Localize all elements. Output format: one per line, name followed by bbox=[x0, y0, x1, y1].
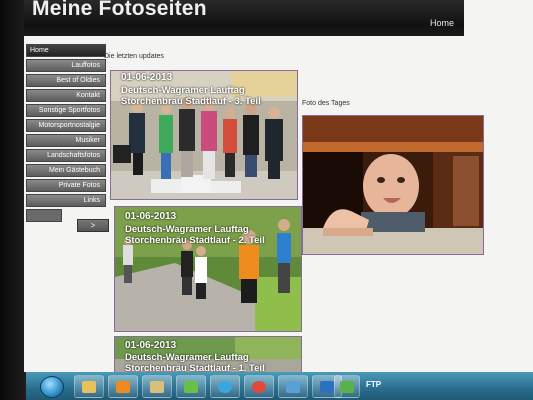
sidebar-item-links[interactable]: Links bbox=[26, 194, 106, 207]
update-2-title: Deutsch-Wagramer Lauftag Storchenbräu St… bbox=[125, 224, 265, 246]
start-button[interactable] bbox=[40, 376, 64, 398]
chrome-icon[interactable] bbox=[244, 375, 274, 398]
browser-icon[interactable] bbox=[210, 375, 240, 398]
update-card-1[interactable]: 01-06-2013 Deutsch-Wagramer Lauftag Stor… bbox=[110, 70, 298, 200]
update-2-date: 01-06-2013 bbox=[125, 211, 177, 222]
monitor-bezel-left bbox=[0, 0, 26, 400]
site-title: Meine Fotoseiten bbox=[32, 0, 207, 20]
sidebar-item-kontakt[interactable]: Kontakt bbox=[26, 89, 106, 102]
folder-icon[interactable] bbox=[142, 375, 172, 398]
sidebar-item-motorsportnostalgie[interactable]: Motorsportnostalgie bbox=[26, 119, 106, 132]
site-header: Meine Fotoseiten Home bbox=[24, 0, 464, 36]
header-home-link[interactable]: Home bbox=[430, 18, 454, 28]
sidebar-nav: Home Lauffotos Best of Oldies Kontakt So… bbox=[26, 44, 106, 222]
sidebar-item-landschaftsfotos[interactable]: Landschaftsfotos bbox=[26, 149, 106, 162]
taskbar: FTP bbox=[26, 372, 533, 400]
sidebar-item-private-fotos[interactable]: Private Fotos bbox=[26, 179, 106, 192]
sidebar-blank-block bbox=[26, 209, 62, 222]
explorer-icon[interactable] bbox=[74, 375, 104, 398]
photo-of-day[interactable] bbox=[302, 115, 484, 255]
browser-viewport: Meine Fotoseiten Home Home Lauffotos Bes… bbox=[24, 0, 533, 372]
image-viewer-icon[interactable] bbox=[176, 375, 206, 398]
sidebar-item-home[interactable]: Home bbox=[26, 44, 106, 57]
update-card-2[interactable]: 01-06-2013 Deutsch-Wagramer Lauftag Stor… bbox=[114, 206, 302, 332]
sidebar-item-best-of-oldies[interactable]: Best of Oldies bbox=[26, 74, 106, 87]
presentation-icon[interactable] bbox=[334, 375, 360, 398]
media-player-icon[interactable] bbox=[108, 375, 138, 398]
sidebar-next-button[interactable]: > bbox=[77, 219, 109, 232]
sidebar-item-lauffotos[interactable]: Lauffotos bbox=[26, 59, 106, 72]
update-3-date: 01-06-2013 bbox=[125, 340, 177, 351]
updates-heading: Die letzten updates bbox=[104, 53, 164, 60]
ftp-tray-label[interactable]: FTP bbox=[366, 380, 381, 389]
update-1-date: 01-06-2013 bbox=[121, 72, 173, 83]
sidebar-item-musiker[interactable]: Musiker bbox=[26, 134, 106, 147]
network-icon[interactable] bbox=[278, 375, 308, 398]
update-1-title: Deutsch-Wagramer Lauftag Storchenbräu St… bbox=[121, 85, 261, 107]
photo-of-day-image bbox=[303, 116, 483, 254]
update-3-title: Deutsch-Wagramer Lauftag Storchenbräu St… bbox=[125, 352, 265, 372]
sidebar-item-sonstige-sportfotos[interactable]: Sonstige Sportfotos bbox=[26, 104, 106, 117]
sidebar-item-gaestebuch[interactable]: Mein Gästebuch bbox=[26, 164, 106, 177]
photo-of-day-heading: Foto des Tages bbox=[302, 100, 350, 107]
update-card-3[interactable]: 01-06-2013 Deutsch-Wagramer Lauftag Stor… bbox=[114, 336, 302, 372]
